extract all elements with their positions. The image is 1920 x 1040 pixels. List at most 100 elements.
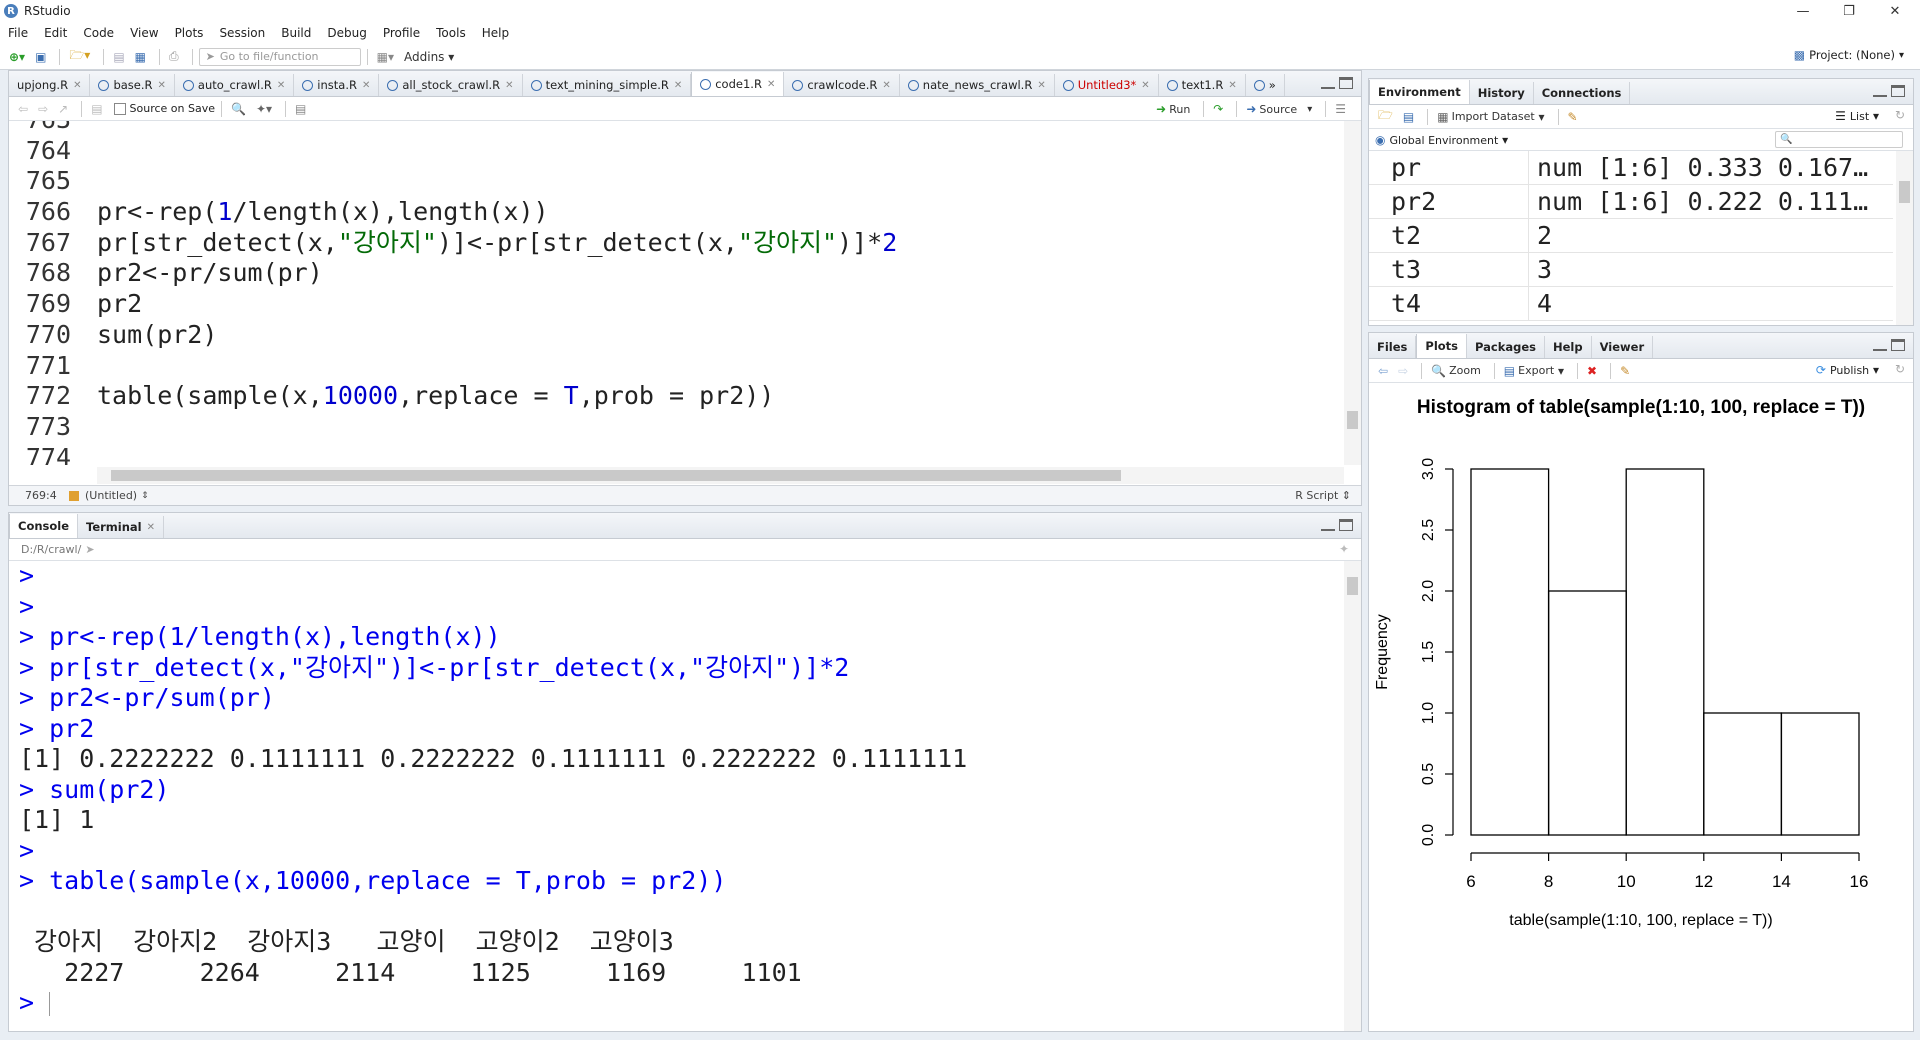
minimize-pane-icon[interactable] (1873, 339, 1887, 351)
go-to-file-input[interactable]: ➤ Go to file/function (198, 47, 361, 66)
menu-help[interactable]: Help (482, 26, 509, 40)
minimize-pane-icon[interactable] (1321, 519, 1335, 531)
document-outline-icon[interactable]: ▤ (292, 99, 309, 119)
export-button[interactable]: ▤ Export ▾ (1501, 361, 1567, 381)
show-in-window-icon[interactable]: ↗ (55, 99, 71, 119)
menu-edit[interactable]: Edit (44, 26, 67, 40)
scroll-thumb[interactable] (111, 470, 1121, 481)
menu-debug[interactable]: Debug (327, 26, 366, 40)
tab-terminal[interactable]: Terminal ✕ (78, 516, 165, 538)
close-tab-icon[interactable]: ✕ (158, 80, 166, 91)
minimize-window-button[interactable]: — (1780, 0, 1826, 22)
environment-row[interactable]: t3 3 (1369, 252, 1893, 287)
editor-tab[interactable]: Untitled3* ✕ (1055, 74, 1159, 96)
maximize-pane-icon[interactable] (1891, 339, 1905, 351)
tab-plots[interactable]: Plots (1416, 334, 1468, 358)
pane-layout-icon[interactable]: ▦▾ (374, 47, 397, 67)
close-tab-icon[interactable]: ✕ (882, 80, 890, 91)
source-button[interactable]: ➜ Source ▾ (1243, 99, 1315, 119)
source-on-save-checkbox[interactable] (113, 102, 126, 115)
editor-tab[interactable]: crawlcode.R ✕ (784, 74, 900, 96)
tab-files[interactable]: Files (1369, 336, 1417, 358)
environment-row[interactable]: t2 2 (1369, 218, 1893, 253)
code-line[interactable] (97, 443, 1341, 465)
code-line[interactable] (97, 166, 1341, 197)
remove-plot-icon[interactable]: ✖ (1584, 361, 1600, 381)
close-tab-icon[interactable]: ✕ (505, 80, 513, 91)
code-line[interactable]: table(sample(x,10000,replace = T,prob = … (97, 381, 1341, 412)
maximize-pane-icon[interactable] (1891, 85, 1905, 97)
refresh-icon[interactable]: ↻ (1895, 108, 1905, 122)
tab-history[interactable]: History (1470, 82, 1534, 104)
tab-viewer[interactable]: Viewer (1592, 336, 1654, 358)
menu-code[interactable]: Code (83, 26, 114, 40)
scroll-thumb[interactable] (1347, 411, 1358, 429)
refresh-icon[interactable]: ↻ (1895, 362, 1905, 376)
menu-plots[interactable]: Plots (175, 26, 204, 40)
code-line[interactable] (97, 351, 1341, 382)
view-mode-selector[interactable]: ☰ List ▾ (1835, 109, 1879, 123)
editor-vertical-scrollbar[interactable] (1344, 121, 1361, 465)
tab-environment[interactable]: Environment (1369, 80, 1470, 104)
zoom-button[interactable]: 🔍 Zoom (1428, 361, 1484, 381)
editor-tab[interactable]: insta.R ✕ (294, 74, 380, 96)
magic-wand-icon[interactable]: ✦▾ (253, 99, 275, 119)
maximize-pane-icon[interactable] (1339, 519, 1353, 531)
minimize-pane-icon[interactable] (1873, 85, 1887, 97)
code-line[interactable] (97, 121, 1341, 136)
run-button[interactable]: ➜ Run (1153, 99, 1193, 119)
restore-window-button[interactable]: ❐ (1826, 0, 1872, 22)
project-menu[interactable]: ▩ Project: (None) ▾ (1794, 48, 1904, 62)
close-tab-icon[interactable]: ✕ (73, 80, 81, 91)
code-line[interactable]: pr2 (97, 289, 1341, 320)
editor-tab[interactable]: upjong.R ✕ (9, 74, 91, 96)
close-tab-icon[interactable]: ✕ (277, 80, 285, 91)
addins-menu[interactable]: Addins ▾ (401, 47, 457, 67)
filetype-selector[interactable]: R Script ⇕ (1295, 489, 1351, 502)
search-icon[interactable]: 🔍 (228, 99, 249, 119)
environment-search-input[interactable]: 🔍 (1775, 131, 1903, 148)
scroll-thumb[interactable] (1347, 577, 1358, 595)
code-line[interactable]: pr[str_detect(x,"강아지")]<-pr[str_detect(x… (97, 228, 1341, 259)
import-dataset-button[interactable]: ▦ Import Dataset ▾ (1434, 107, 1547, 127)
environment-row[interactable]: pr num [1:6] 0.333 0.167… (1369, 151, 1893, 185)
code-line[interactable]: pr<-rep(1/length(x),length(x)) (97, 197, 1341, 228)
minimize-pane-icon[interactable] (1321, 77, 1335, 89)
save-workspace-icon[interactable]: ▤ (1400, 107, 1417, 127)
publish-button[interactable]: ⟳ Publish ▾ (1816, 363, 1879, 377)
close-tab-icon[interactable]: ✕ (362, 80, 370, 91)
tab-help[interactable]: Help (1545, 336, 1592, 358)
close-tab-icon[interactable]: ✕ (1141, 80, 1149, 91)
menu-view[interactable]: View (130, 26, 158, 40)
close-tab-icon[interactable]: ✕ (674, 80, 682, 91)
forward-arrow-icon[interactable]: ⇨ (35, 99, 51, 119)
editor-tab[interactable]: text1.R ✕ (1159, 74, 1246, 96)
editor-tab[interactable]: auto_crawl.R ✕ (175, 74, 295, 96)
editor-horizontal-scrollbar[interactable] (97, 467, 1344, 484)
scroll-thumb[interactable] (1899, 181, 1910, 203)
close-tab-icon[interactable]: ✕ (767, 79, 775, 90)
code-line[interactable] (97, 136, 1341, 167)
broom-icon[interactable]: ✎ (1565, 107, 1581, 127)
menu-session[interactable]: Session (219, 26, 265, 40)
new-file-button[interactable]: ⊕▾ (6, 47, 28, 67)
menu-file[interactable]: File (8, 26, 28, 40)
environment-vertical-scrollbar[interactable] (1896, 151, 1913, 325)
menu-tools[interactable]: Tools (436, 26, 466, 40)
go-to-directory-icon[interactable]: ➤ (85, 543, 94, 556)
rerun-button[interactable]: ↷ (1210, 99, 1226, 119)
scope-selector[interactable]: (Untitled) (85, 489, 137, 502)
clear-console-icon[interactable]: ✦ (1339, 542, 1349, 556)
maximize-pane-icon[interactable] (1339, 77, 1353, 89)
save-icon[interactable]: ▤ (110, 47, 127, 67)
new-project-button[interactable]: ▣ (32, 47, 49, 67)
save-all-icon[interactable]: ▦ (132, 47, 149, 67)
broom-icon[interactable]: ✎ (1617, 361, 1633, 381)
next-plot-icon[interactable]: ⇨ (1395, 361, 1411, 381)
close-tab-icon[interactable]: ✕ (1228, 80, 1236, 91)
close-window-button[interactable]: ✕ (1872, 0, 1918, 22)
open-file-button[interactable]: 🗁▾ (66, 47, 93, 67)
editor-tab[interactable]: all_stock_crawl.R ✕ (379, 74, 523, 96)
previous-plot-icon[interactable]: ⇦ (1375, 361, 1391, 381)
environment-row[interactable]: pr2 num [1:6] 0.222 0.111… (1369, 184, 1893, 219)
